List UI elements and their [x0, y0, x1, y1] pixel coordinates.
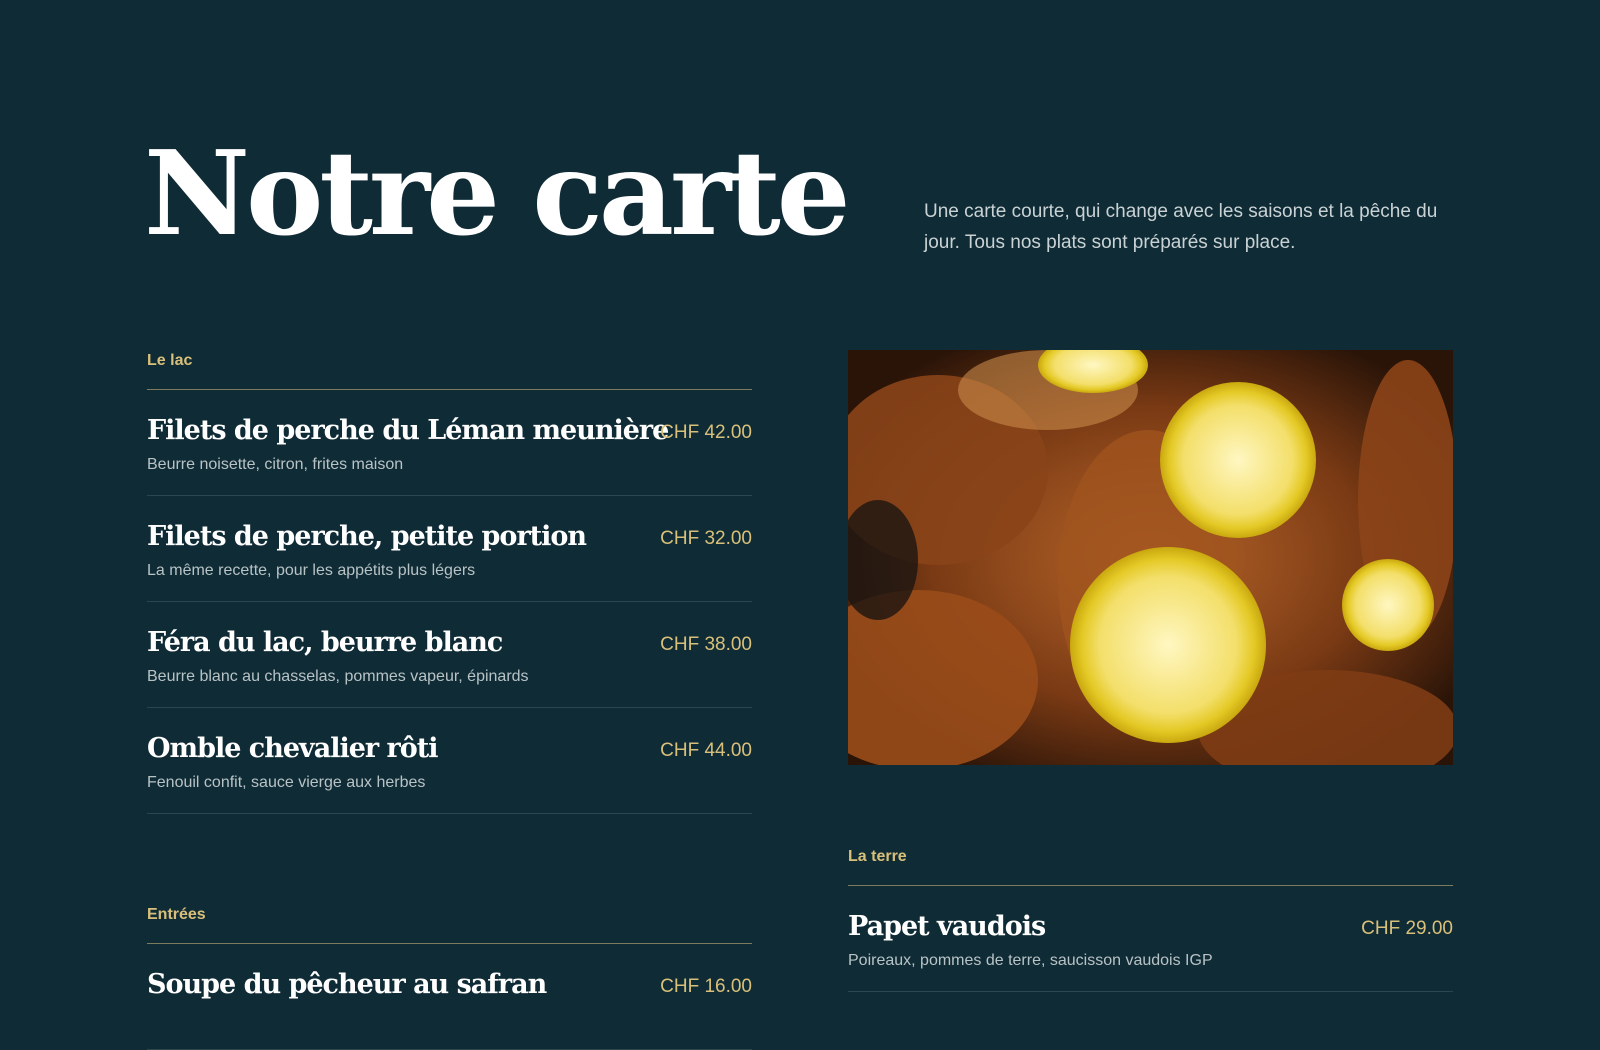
dish-price: CHF 42.00 — [660, 422, 752, 443]
dish-name: Filets de perche, petite portion — [147, 521, 587, 552]
dish-price: CHF 32.00 — [660, 528, 752, 549]
menu-item[interactable]: Féra du lac, beurre blanc CHF 38.00 Beur… — [147, 602, 752, 708]
page-title: Notre carte — [144, 126, 851, 262]
section-label: Le lac — [147, 352, 752, 390]
menu-section-entrees: Entrées Soupe du pêcheur au safran CHF 1… — [147, 906, 752, 1050]
dish-description: Fenouil confit, sauce vierge aux herbes — [147, 774, 426, 791]
menu-section-terre: La terre Papet vaudois CHF 29.00 Poireau… — [848, 848, 1453, 992]
dish-name: Papet vaudois — [848, 911, 1046, 942]
menu-section-lac: Le lac Filets de perche du Léman meunièr… — [147, 352, 752, 814]
menu-item[interactable]: Filets de perche du Léman meunière CHF 4… — [147, 390, 752, 496]
dish-price: CHF 29.00 — [1361, 918, 1453, 939]
dish-name: Omble chevalier rôti — [147, 733, 439, 764]
section-label: La terre — [848, 848, 1453, 886]
menu-item[interactable]: Papet vaudois CHF 29.00 Poireaux, pommes… — [848, 886, 1453, 992]
dish-photo — [848, 350, 1453, 765]
dish-name: Filets de perche du Léman meunière — [147, 415, 669, 446]
dish-description: La même recette, pour les appétits plus … — [147, 562, 476, 579]
intro-text: Une carte courte, qui change avec les sa… — [924, 201, 1438, 253]
dish-description: Poireaux, pommes de terre, saucisson vau… — [848, 952, 1213, 969]
section-label: Entrées — [147, 906, 752, 944]
menu-item[interactable]: Omble chevalier rôti CHF 44.00 Fenouil c… — [147, 708, 752, 814]
dish-description: Beurre blanc au chasselas, pommes vapeur… — [147, 668, 529, 685]
dish-name: Soupe du pêcheur au safran — [147, 969, 547, 1000]
dish-name: Féra du lac, beurre blanc — [147, 627, 503, 658]
fried-perch-lemon-image — [848, 350, 1453, 765]
menu-item[interactable]: Soupe du pêcheur au safran CHF 16.00 — [147, 944, 752, 1050]
dish-description: Beurre noisette, citron, frites maison — [147, 456, 404, 473]
dish-price: CHF 44.00 — [660, 740, 752, 761]
menu-item[interactable]: Filets de perche, petite portion CHF 32.… — [147, 496, 752, 602]
dish-price: CHF 38.00 — [660, 634, 752, 655]
dish-price: CHF 16.00 — [660, 976, 752, 997]
